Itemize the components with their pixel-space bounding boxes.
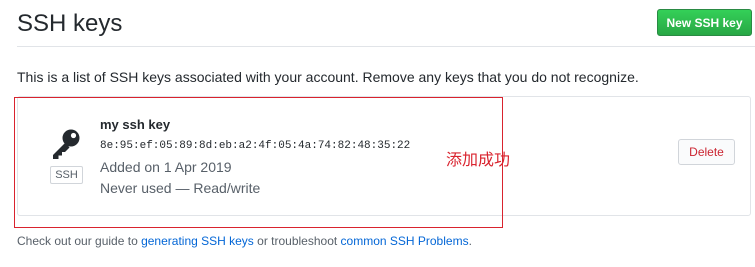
generating-ssh-keys-link[interactable]: generating SSH keys [141, 234, 254, 248]
footer-prefix: Check out our guide to [17, 234, 142, 248]
intro-text: This is a list of SSH keys associated wi… [17, 69, 639, 85]
help-footer: Check out our guide to generating SSH ke… [17, 234, 472, 248]
common-ssh-problems-link[interactable]: common SSH Problems [341, 234, 469, 248]
footer-suffix: . [468, 234, 472, 248]
delete-key-button[interactable]: Delete [678, 139, 735, 165]
new-ssh-key-button[interactable]: New SSH key [657, 9, 752, 36]
title-divider [17, 46, 755, 47]
footer-middle: or troubleshoot [253, 234, 341, 248]
page-title: SSH keys [17, 10, 123, 37]
annotation-highlight-box [14, 97, 503, 228]
annotation-text: 添加成功 [446, 150, 511, 169]
